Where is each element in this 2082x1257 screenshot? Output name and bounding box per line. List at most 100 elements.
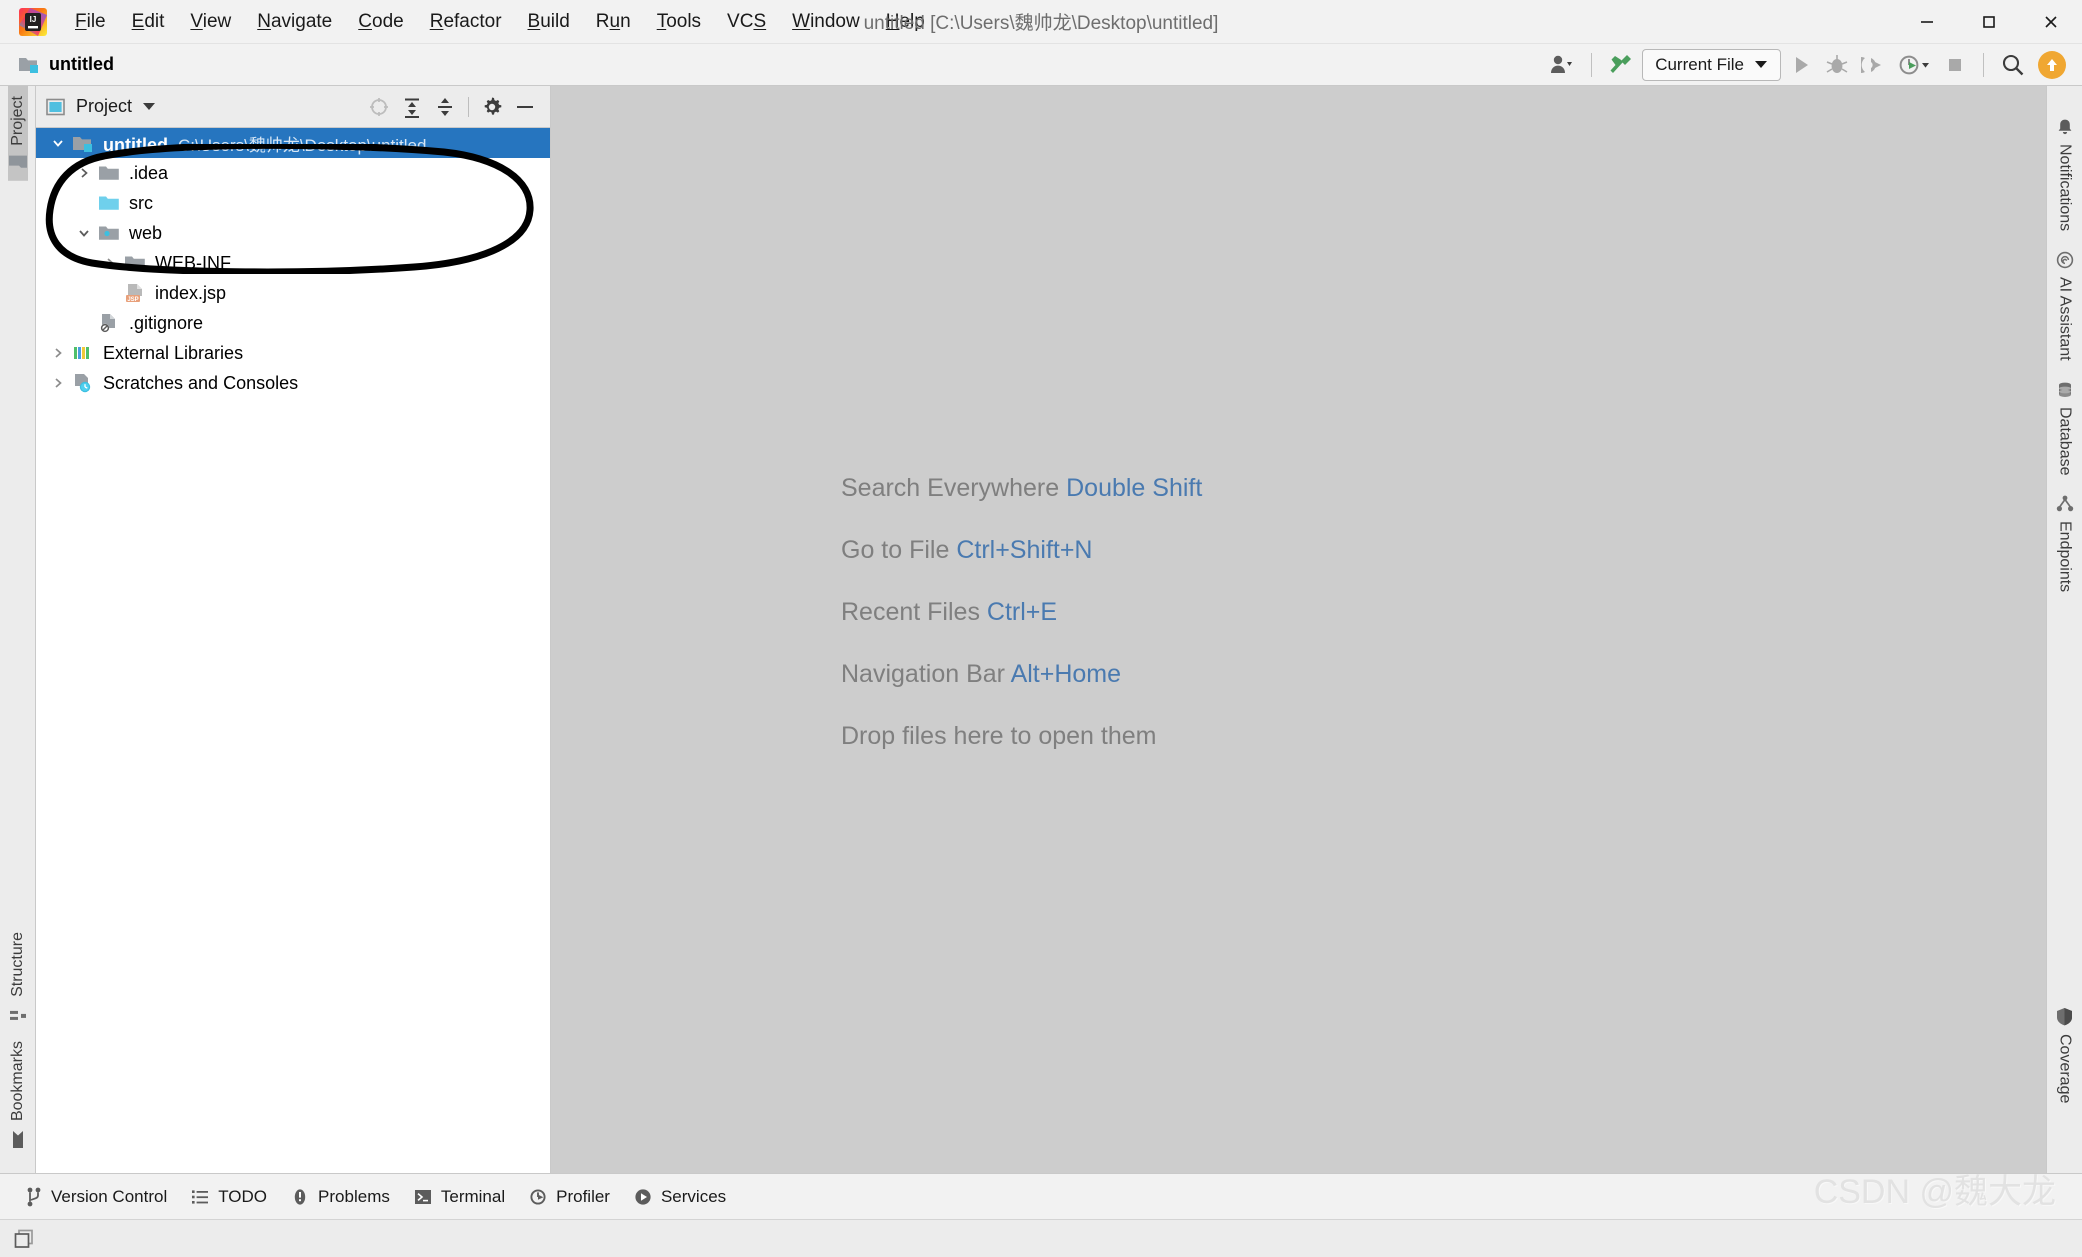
tree-row-scratches-and-consoles[interactable]: Scratches and Consoles [36,368,550,398]
hint-recent-files: Recent Files Ctrl+E [841,598,1202,627]
update-available-button[interactable] [2034,49,2070,81]
select-opened-file-button[interactable] [364,92,394,122]
tool-window-button-ai-assistant[interactable]: AI Assistant [2056,241,2074,371]
menu-file[interactable]: File [62,7,119,37]
tree-label-src: src [129,192,153,213]
hide-panel-button[interactable] [510,92,540,122]
menu-refactor[interactable]: Refactor [417,7,515,37]
account-button[interactable] [1545,49,1579,81]
panel-action-separator [468,96,469,117]
status-problems[interactable]: Problems [279,1182,402,1212]
run-with-coverage-button[interactable] [1857,49,1889,81]
tool-window-button-endpoints[interactable]: Endpoints [2056,485,2074,602]
tool-window-label-ai-assistant: AI Assistant [2056,277,2074,361]
tree-label-untitled: untitled [103,134,168,155]
tool-window-button-project[interactable]: Project [7,86,28,181]
run-configuration-selector[interactable]: Current File [1642,48,1781,81]
toolbar-separator-2 [1983,52,1984,77]
build-project-button[interactable] [1604,49,1638,81]
project-panel-actions [364,92,540,122]
expand-all-button[interactable] [397,92,427,122]
right-strip-bottom-group: Coverage [2056,997,2074,1173]
menu-window[interactable]: Window [779,7,873,37]
hint-key-recent-files: Ctrl+E [986,598,1058,626]
chevron-right-icon[interactable] [46,346,70,360]
tree-row-gitignore[interactable]: .gitignore [36,308,550,338]
close-button[interactable] [2020,0,2082,44]
gear-icon[interactable] [477,92,507,122]
tree-row-untitled[interactable]: untitled C:\Users\魏帅龙\Desktop\untitled [36,128,550,158]
hint-label-drop-files: Drop files here to open them [841,722,1157,750]
tool-window-label-structure: Structure [8,932,26,997]
chevron-right-icon[interactable] [98,256,122,270]
status-label-terminal: Terminal [440,1186,506,1206]
structure-icon [9,1005,27,1021]
status-todo[interactable]: TODO [179,1182,279,1212]
tree-path-untitled: C:\Users\魏帅龙\Desktop\untitled [178,135,427,155]
status-services[interactable]: Services [622,1182,738,1212]
project-view-selector[interactable]: Project [46,96,156,117]
chevron-down-icon[interactable] [72,226,96,240]
hint-navigation-bar: Navigation Bar Alt+Home [841,660,1202,689]
status-profiler[interactable]: Profiler [517,1182,622,1212]
chevron-down-icon [142,102,156,111]
tree-row-web[interactable]: web [36,218,550,248]
menu-run[interactable]: Run [583,7,644,37]
search-everywhere-button[interactable] [1996,49,2030,81]
project-folder-icon [8,154,28,171]
hint-label-recent-files: Recent Files [841,598,980,626]
status-label-version-control: Version Control [51,1186,168,1206]
menu-tools[interactable]: Tools [644,7,714,37]
minimize-button[interactable] [1896,0,1958,44]
todo-list-icon [191,1188,209,1206]
tool-window-button-database[interactable]: Database [2056,371,2074,486]
maximize-button[interactable] [1958,0,2020,44]
chevron-right-icon[interactable] [46,376,70,390]
run-button[interactable] [1785,49,1817,81]
debug-button[interactable] [1821,49,1853,81]
tree-row-src[interactable]: src [36,188,550,218]
svg-text:JSP: JSP [127,297,138,303]
status-label-profiler: Profiler [556,1186,610,1206]
tree-row-web-inf[interactable]: WEB-INF [36,248,550,278]
tree-row-index-jsp[interactable]: JSP index.jsp [36,278,550,308]
breadcrumb[interactable]: untitled [18,54,114,75]
tool-window-button-notifications[interactable]: Notifications [2056,108,2074,241]
project-panel-header: Project [36,86,550,128]
branch-icon [26,1187,42,1207]
collapse-all-button[interactable] [430,92,460,122]
profiler-button[interactable] [1893,49,1935,81]
menu-edit[interactable]: Edit [119,7,178,37]
libraries-icon [70,344,96,362]
tool-window-button-bookmarks[interactable]: Bookmarks [9,1031,27,1159]
status-version-control[interactable]: Version Control [14,1182,179,1212]
layout-windows-icon[interactable] [14,1229,36,1249]
tree-label-scratches-and-consoles: Scratches and Consoles [103,372,299,393]
gitignore-file-icon [96,313,122,333]
status-terminal[interactable]: Terminal [402,1182,517,1212]
hint-key-search-everywhere: Double Shift [1066,474,1203,502]
folder-web-icon [96,224,122,242]
tool-window-button-structure[interactable]: Structure [9,922,27,1031]
folder-gray-icon [122,254,148,272]
menu-build[interactable]: Build [515,7,583,37]
menu-view[interactable]: View [177,7,244,37]
menu-help[interactable]: Help [873,7,938,37]
intellij-idea-logo-icon: IJ [18,7,48,37]
tree-row-external-libraries[interactable]: External Libraries [36,338,550,368]
menu-navigate[interactable]: Navigate [244,7,345,37]
folder-gray-icon [96,164,122,182]
stop-button[interactable] [1939,49,1971,81]
menu-vcs[interactable]: VCS [714,7,779,37]
tool-window-label-endpoints: Endpoints [2056,521,2074,593]
editor-empty-area[interactable]: Search Everywhere Double Shift Go to Fil… [551,86,2046,1173]
project-view-icon [46,98,66,116]
chevron-down-icon[interactable] [46,136,70,150]
tool-window-button-coverage[interactable]: Coverage [2056,997,2074,1113]
status-bar: Version Control TODO Problems Terminal P… [0,1173,2082,1219]
chevron-right-icon[interactable] [72,166,96,180]
tree-row-idea[interactable]: .idea [36,158,550,188]
navigation-toolbar: untitled Current File [0,44,2082,86]
menu-code[interactable]: Code [345,7,416,37]
tree-label-gitignore: .gitignore [129,312,204,333]
